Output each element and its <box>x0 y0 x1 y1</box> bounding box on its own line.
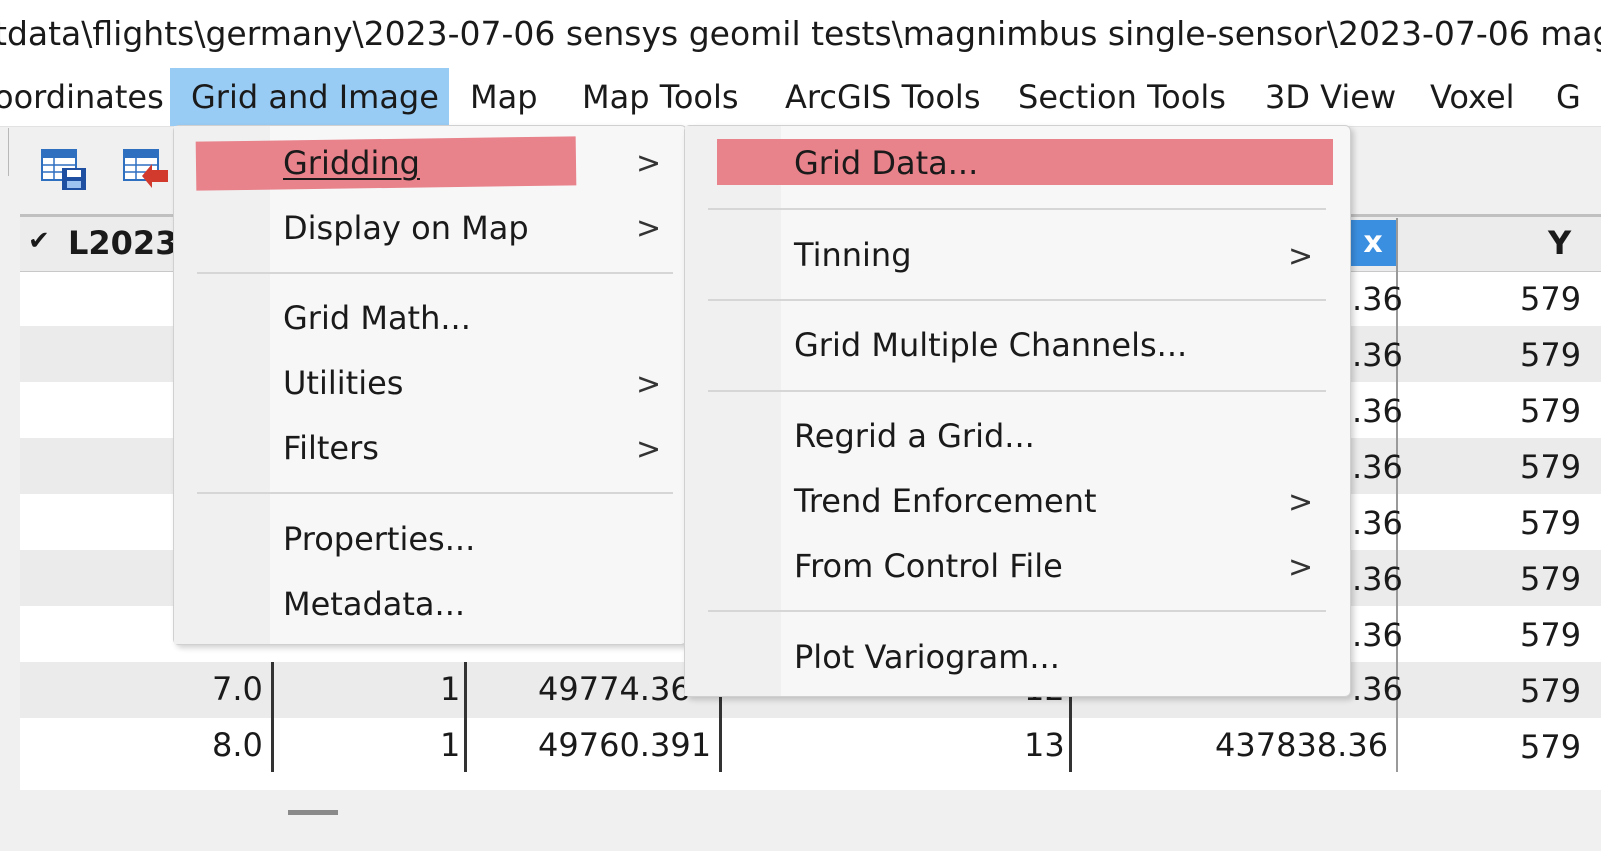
chevron-right-icon: > <box>636 146 662 181</box>
horizontal-scroll-grip[interactable] <box>288 810 338 815</box>
menu-item-grid-data[interactable]: Grid Data... <box>794 144 978 182</box>
save-table-icon[interactable] <box>40 148 90 192</box>
y-cell: 579 <box>1520 392 1582 430</box>
menu-map[interactable]: Map <box>470 68 550 126</box>
menu-item-gridding[interactable]: Gridding <box>283 144 420 182</box>
value-cell: 49760.391 <box>538 726 712 764</box>
flag-cell: 1 <box>440 726 461 764</box>
y-column-header[interactable]: Y <box>1548 224 1571 262</box>
clear-column-button[interactable]: x <box>1349 220 1397 266</box>
x-cell: .36 <box>1352 336 1403 374</box>
column-divider[interactable] <box>271 662 274 772</box>
menu-separator <box>197 272 673 274</box>
menu-item-from-control-file[interactable]: From Control File <box>794 547 1063 585</box>
y-cell: 579 <box>1520 448 1582 486</box>
column-divider[interactable] <box>464 662 467 772</box>
menu-item-grid-math[interactable]: Grid Math... <box>283 299 471 337</box>
window-title: tdata\flights\germany\2023-07-06 sensys … <box>0 14 1601 53</box>
num-cell: 13 <box>1024 726 1065 764</box>
x-cell: 437838.36 <box>1215 726 1389 764</box>
menu-item-plot-variogram[interactable]: Plot Variogram... <box>794 638 1060 676</box>
chevron-right-icon: > <box>1288 239 1314 274</box>
menu-item-tinning[interactable]: Tinning <box>794 236 912 274</box>
x-cell: .36 <box>1352 616 1403 654</box>
y-cell: 579 <box>1520 616 1582 654</box>
flag-cell: 1 <box>440 670 461 708</box>
y-cell: 579 <box>1520 672 1582 710</box>
y-cell: 579 <box>1520 280 1582 318</box>
menu-item-grid-multiple-channels[interactable]: Grid Multiple Channels... <box>794 326 1187 364</box>
line-column-header[interactable]: L2023 <box>68 224 177 262</box>
x-cell: .36 <box>1352 670 1403 708</box>
x-cell: .36 <box>1352 504 1403 542</box>
chevron-right-icon: > <box>636 211 662 246</box>
x-cell: .36 <box>1352 392 1403 430</box>
chevron-right-icon: > <box>636 367 662 402</box>
menu-separator <box>708 610 1326 612</box>
menu-item-regrid-a-grid[interactable]: Regrid a Grid... <box>794 417 1035 455</box>
menu-separator <box>708 208 1326 210</box>
x-cell: .36 <box>1352 560 1403 598</box>
menu-item-utilities[interactable]: Utilities <box>283 364 403 402</box>
panel-edge <box>0 128 9 176</box>
menu-arcgis-tools[interactable]: ArcGIS Tools <box>785 68 985 126</box>
y-cell: 579 <box>1520 728 1582 766</box>
chevron-right-icon: > <box>636 432 662 467</box>
x-cell: .36 <box>1352 448 1403 486</box>
y-cell: 579 <box>1520 336 1582 374</box>
value-cell: 49774.36 <box>538 670 691 708</box>
fid-cell: 8.0 <box>212 726 263 764</box>
menu-bar: oordinates Grid and Image Map Map Tools … <box>0 68 1601 127</box>
chevron-right-icon: > <box>1288 550 1314 585</box>
menu-separator <box>197 492 673 494</box>
y-cell: 579 <box>1520 504 1582 542</box>
menu-grid-and-image[interactable]: Grid and Image <box>170 68 449 126</box>
import-table-icon[interactable] <box>122 148 172 192</box>
menu-3d-view[interactable]: 3D View <box>1265 68 1400 126</box>
y-cell: 579 <box>1520 560 1582 598</box>
menu-coordinates[interactable]: oordinates <box>0 68 164 126</box>
menu-separator <box>708 299 1326 301</box>
grid-and-image-menu <box>173 125 687 645</box>
fid-cell: 7.0 <box>212 670 263 708</box>
menu-item-trend-enforcement[interactable]: Trend Enforcement <box>794 482 1097 520</box>
menu-separator <box>708 390 1326 392</box>
window-title-bar: tdata\flights\germany\2023-07-06 sensys … <box>0 0 1601 68</box>
menu-item-filters[interactable]: Filters <box>283 429 379 467</box>
menu-item-display-on-map[interactable]: Display on Map <box>283 209 529 247</box>
menu-section-tools[interactable]: Section Tools <box>1018 68 1233 126</box>
menu-more[interactable]: G <box>1556 68 1601 126</box>
menu-voxel[interactable]: Voxel <box>1430 68 1525 126</box>
menu-item-properties[interactable]: Properties... <box>283 520 475 558</box>
chevron-right-icon: > <box>1288 485 1314 520</box>
header-checkmark[interactable]: ✔ <box>28 226 50 256</box>
x-cell: .36 <box>1352 280 1403 318</box>
menu-map-tools[interactable]: Map Tools <box>582 68 752 126</box>
menu-item-metadata[interactable]: Metadata... <box>283 585 465 623</box>
